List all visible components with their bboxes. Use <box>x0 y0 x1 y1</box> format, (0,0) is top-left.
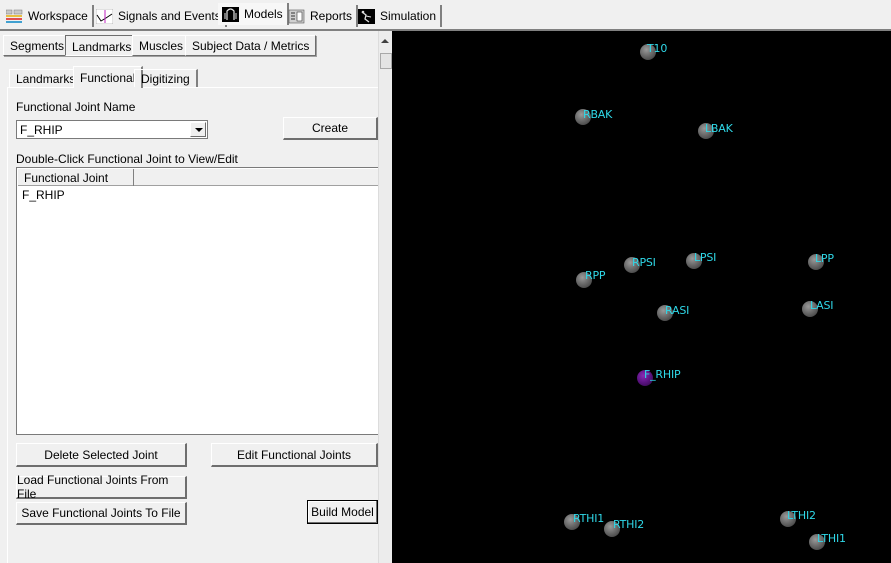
tab-subject-data-metrics[interactable]: Subject Data / Metrics <box>185 35 317 56</box>
signals-icon <box>95 8 114 24</box>
marker-label: RTHI2 <box>613 518 645 531</box>
create-button[interactable]: Create <box>283 117 378 140</box>
scroll-up-arrow-icon[interactable] <box>381 39 389 43</box>
marker-label: LPP <box>815 252 834 265</box>
joint-name-label: Functional Joint Name <box>16 100 136 114</box>
functional-joint-list[interactable]: Functional Joint F_RHIP <box>16 167 379 435</box>
tab-label: Models <box>244 7 283 21</box>
marker-label: LTHI2 <box>787 509 816 522</box>
list-header: Functional Joint <box>18 169 379 186</box>
build-model-button[interactable]: Build Model <box>307 500 378 524</box>
tab-models[interactable]: Models <box>218 3 289 25</box>
tab-reports[interactable]: Reports <box>284 5 359 27</box>
main-tab-bar: Workspace Signals and Events Models Repo… <box>0 0 891 30</box>
models-icon <box>222 6 239 22</box>
edit-functional-joints-button[interactable]: Edit Functional Joints <box>211 443 378 467</box>
tab-label: Muscles <box>139 38 184 53</box>
marker-label: RPP <box>585 269 606 282</box>
marker-label: T10 <box>647 42 668 55</box>
tab-simulation[interactable]: Simulation <box>354 5 443 27</box>
subtab-digitizing[interactable]: Digitizing <box>134 69 198 87</box>
tab-label: Subject Data / Metrics <box>192 38 310 53</box>
tab-label: Landmarks <box>16 71 76 86</box>
list-item[interactable]: F_RHIP <box>22 188 65 202</box>
tab-label: Workspace <box>28 9 88 23</box>
tab-label: Segments <box>10 38 65 53</box>
marker-label: LTHI1 <box>817 532 846 545</box>
tab-signals-and-events[interactable]: Signals and Events <box>92 5 227 27</box>
vertical-scrollbar[interactable] <box>378 31 392 563</box>
marker-label: RTHI1 <box>573 512 605 525</box>
chevron-down-icon[interactable] <box>190 122 206 137</box>
tab-segments[interactable]: Segments <box>3 35 72 56</box>
marker-label: F_RHIP <box>644 368 681 381</box>
joint-name-combobox[interactable]: F_RHIP <box>16 120 208 139</box>
tab-label: Landmarks <box>72 39 132 54</box>
column-header-empty[interactable] <box>134 169 379 186</box>
delete-selected-joint-button[interactable]: Delete Selected Joint <box>16 443 187 467</box>
tab-label: Functional <box>80 70 136 85</box>
save-functional-joints-button[interactable]: Save Functional Joints To File <box>16 502 187 525</box>
tab-workspace[interactable]: Workspace <box>2 5 94 27</box>
tab-label: Reports <box>310 9 353 23</box>
scroll-thumb[interactable] <box>380 53 392 69</box>
marker-label: RBAK <box>583 108 613 121</box>
load-functional-joints-button[interactable]: Load Functional Joints From File <box>16 473 187 501</box>
joint-name-value: F_RHIP <box>20 122 63 137</box>
tab-label: Simulation <box>380 9 437 23</box>
joint-list-label: Double-Click Functional Joint to View/Ed… <box>16 152 238 166</box>
tab-landmarks[interactable]: Landmarks <box>65 35 139 56</box>
marker-label: LBAK <box>705 122 733 135</box>
marker-label: RASI <box>665 304 690 317</box>
simulation-icon <box>358 8 375 24</box>
tab-label: Digitizing <box>141 71 190 86</box>
column-header-functional-joint[interactable]: Functional Joint <box>18 169 134 186</box>
tab-muscles[interactable]: Muscles <box>132 35 191 56</box>
marker-label: LASI <box>810 299 834 312</box>
marker-label: RPSI <box>632 256 656 269</box>
tab-label: Signals and Events <box>118 9 221 23</box>
marker-label: LPSI <box>694 251 717 264</box>
workspace-icon <box>5 9 23 24</box>
reports-icon <box>288 9 305 24</box>
subtab-functional[interactable]: Functional <box>73 66 144 88</box>
3d-viewport[interactable]: T10 RBAK LBAK RPP RPSI LPSI LPP RASI LAS… <box>392 31 891 563</box>
